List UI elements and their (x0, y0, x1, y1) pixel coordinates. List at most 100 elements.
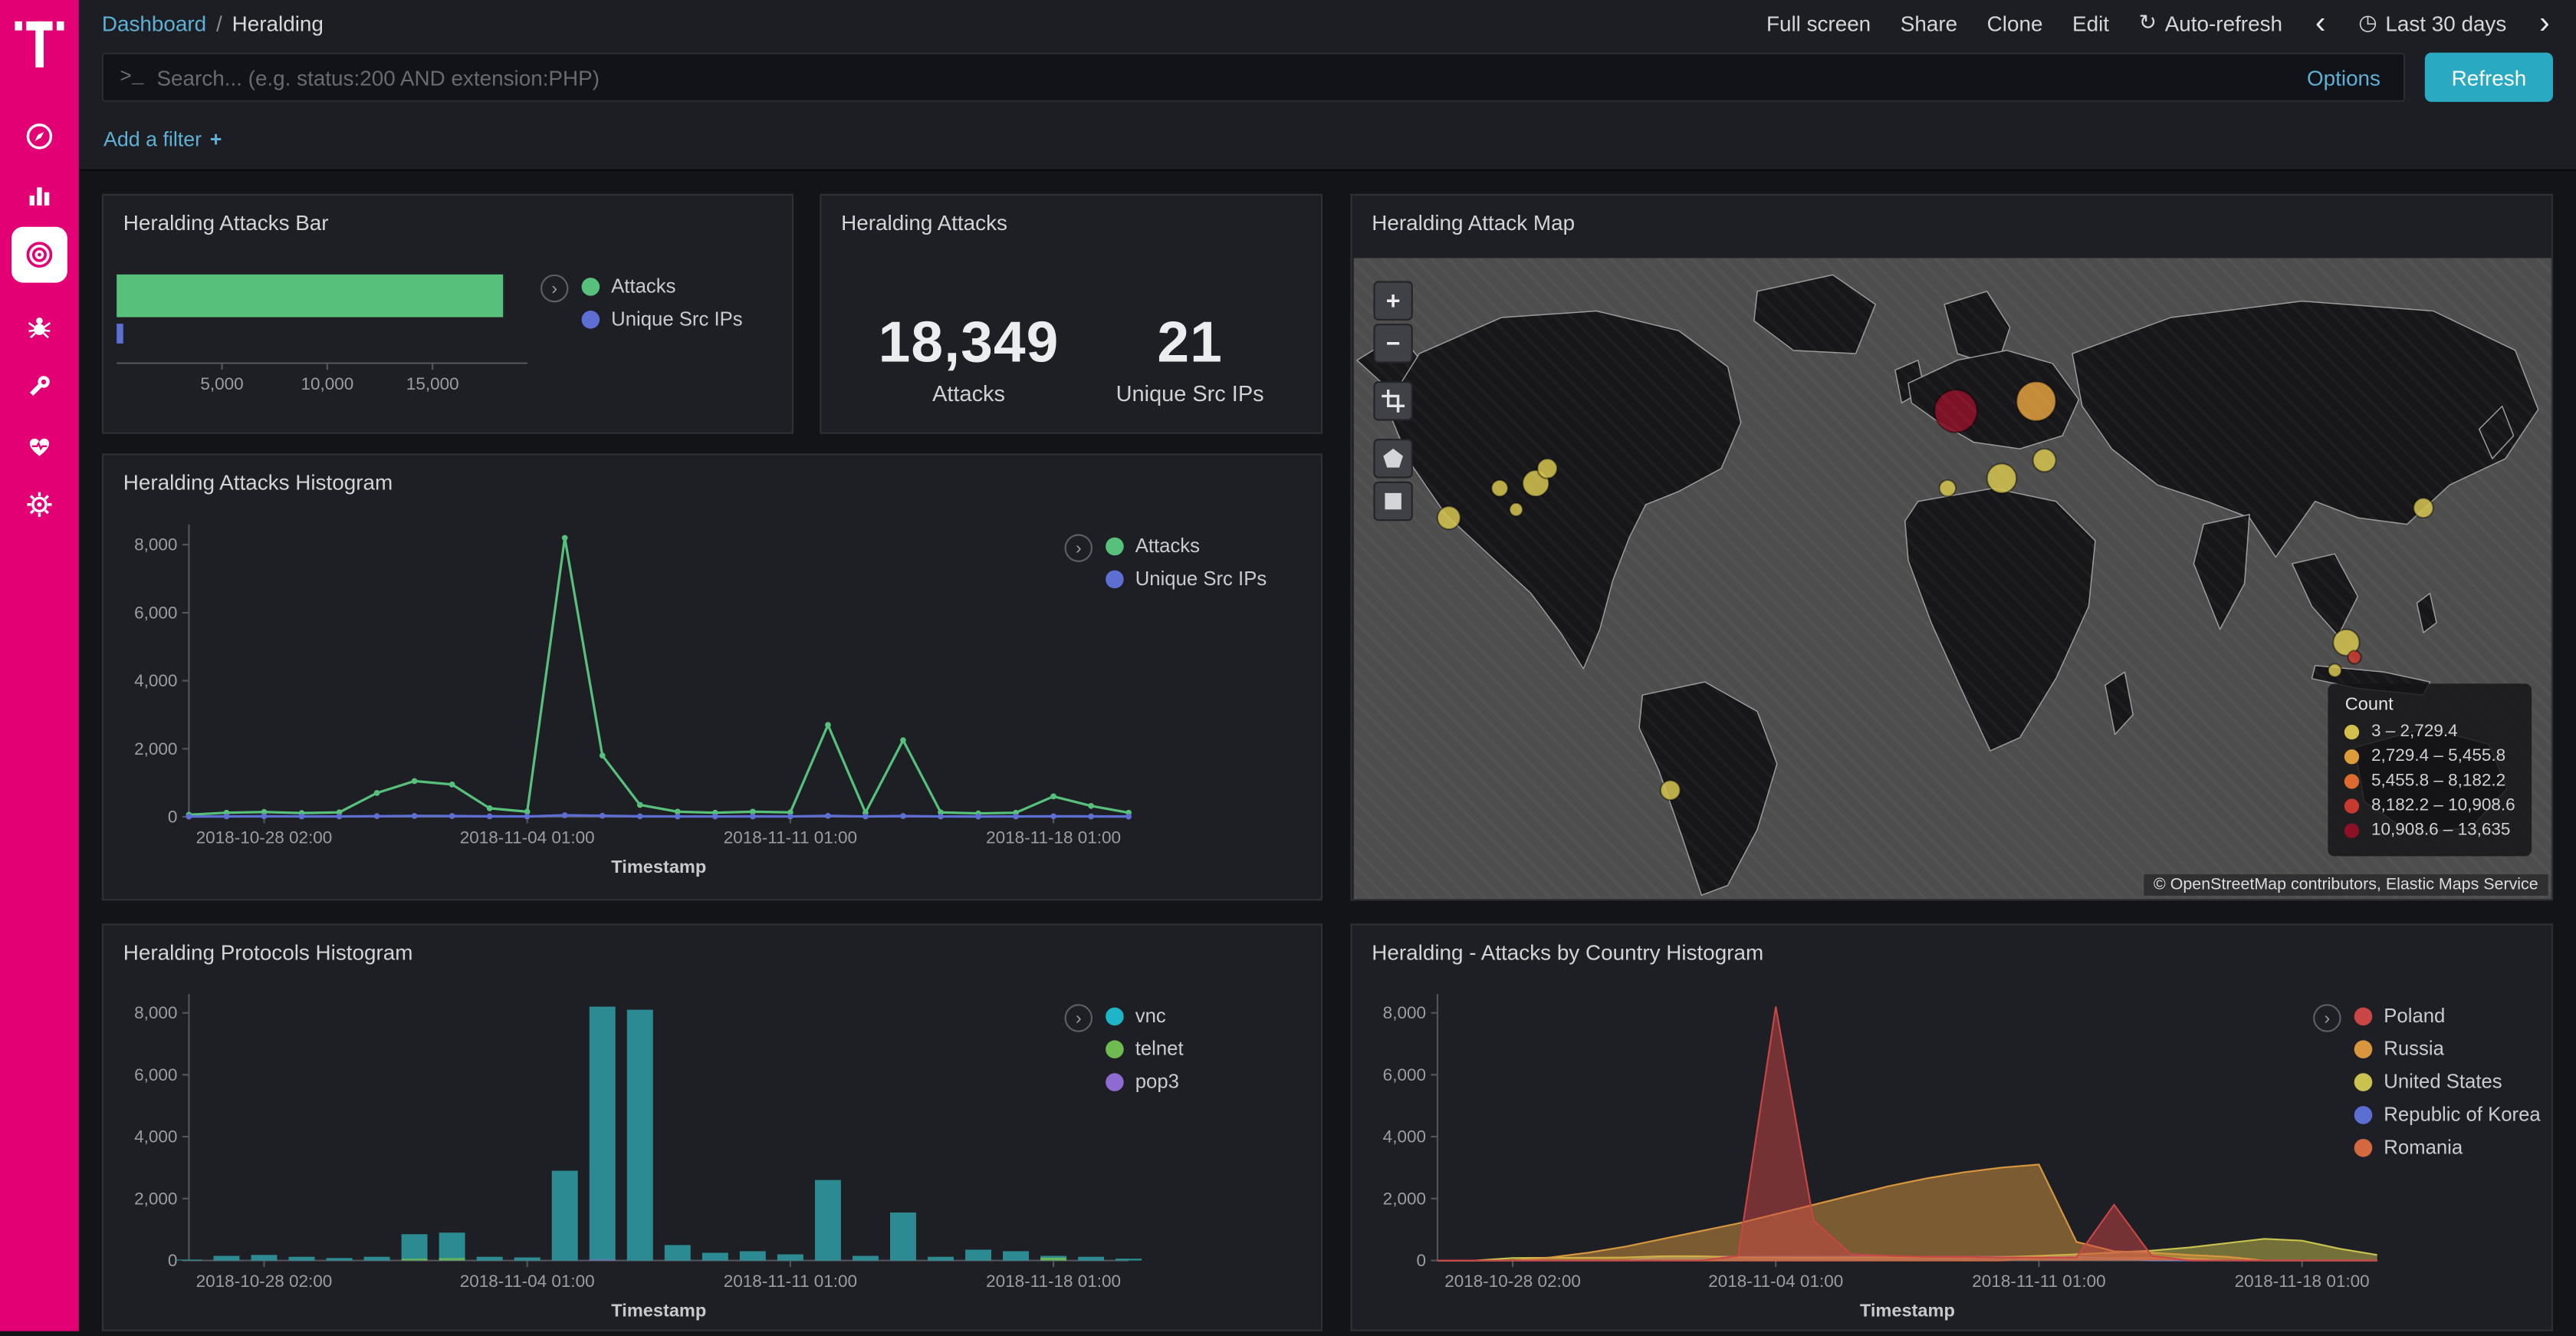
svg-text:2018-11-18 01:00: 2018-11-18 01:00 (986, 828, 1121, 847)
search-row: >_ Options Refresh (79, 46, 2576, 108)
breadcrumb-dashboard-link[interactable]: Dashboard (102, 11, 206, 35)
legend-item[interactable]: 3 – 2,729.4 (2345, 722, 2515, 742)
attacks-line-chart: 02,0004,0006,0008,0002018-10-28 02:00201… (117, 511, 1152, 889)
svg-text:4,000: 4,000 (1383, 1127, 1426, 1147)
legend-label: United States (2384, 1070, 2502, 1093)
crop-icon (1382, 390, 1405, 413)
map-draw-polygon-button[interactable] (1373, 439, 1412, 478)
auto-refresh-button[interactable]: ↻ Auto-refresh (2139, 10, 2282, 36)
metric-unique-src-ips: 21 Unique Src IPs (1116, 311, 1264, 406)
panel-heralding-attack-map: Heralding Attack Map (1350, 194, 2553, 900)
legend-label: 5,455.8 – 8,182.2 (2371, 771, 2505, 791)
legend-dot (582, 310, 600, 328)
svg-text:2018-11-04 01:00: 2018-11-04 01:00 (460, 828, 595, 847)
svg-text:0: 0 (168, 808, 178, 827)
legend-label: 3 – 2,729.4 (2371, 722, 2458, 742)
full-screen-button[interactable]: Full screen (1766, 11, 1871, 35)
plus-icon: + (210, 127, 222, 150)
legend-item[interactable]: vnc (1106, 1004, 1183, 1027)
legend-item[interactable]: Poland (2354, 1004, 2541, 1027)
legend-dot (2354, 1105, 2373, 1124)
svg-text:2,000: 2,000 (134, 1189, 177, 1208)
sidebar-item-tools[interactable] (0, 357, 79, 416)
time-back-arrow[interactable]: ‹ (2312, 8, 2329, 39)
legend-expand-icon[interactable]: › (1065, 534, 1092, 561)
legend-item[interactable]: Attacks (582, 275, 743, 298)
time-range-picker[interactable]: ◷ Last 30 days (2358, 10, 2506, 36)
legend-label: Romania (2384, 1136, 2463, 1159)
legend-expand-icon[interactable]: › (1065, 1004, 1092, 1032)
refresh-button[interactable]: Refresh (2425, 53, 2553, 102)
query-options-link[interactable]: Options (2300, 65, 2387, 90)
map-draw-rectangle-button[interactable] (1373, 482, 1412, 521)
svg-text:2018-11-11 01:00: 2018-11-11 01:00 (724, 1272, 857, 1291)
world-map[interactable]: + − Count 3 – 2,729.42,729.4 – (1354, 258, 2551, 899)
legend-dot (2354, 1072, 2373, 1091)
panel-heralding-attacks-metric: Heralding Attacks 18,349 Attacks 21 Uniq… (820, 194, 1322, 434)
svg-text:0: 0 (1416, 1251, 1426, 1270)
legend-item[interactable]: 5,455.8 – 8,182.2 (2345, 771, 2515, 791)
legend-dot (2354, 1007, 2373, 1025)
map-fit-data-button[interactable] (1373, 381, 1412, 420)
legend-dot (2354, 1138, 2373, 1157)
panel-heralding-country-histogram: Heralding - Attacks by Country Histogram… (1350, 923, 2553, 1331)
legend-item[interactable]: 8,182.2 – 10,908.6 (2345, 795, 2515, 815)
svg-text:2,000: 2,000 (1383, 1189, 1426, 1208)
legend-dot (2345, 773, 2360, 788)
bar-chart-icon (25, 181, 54, 211)
clock-icon: ◷ (2358, 10, 2377, 36)
legend-dot (2345, 724, 2360, 739)
sidebar-item-settings[interactable] (0, 475, 79, 534)
sidebar-item-attack-map[interactable] (0, 298, 79, 357)
svg-text:2018-11-18 01:00: 2018-11-18 01:00 (2235, 1272, 2370, 1291)
legend-item[interactable]: Russia (2354, 1037, 2541, 1060)
map-attribution[interactable]: © OpenStreetMap contributors, Elastic Ma… (2144, 874, 2548, 896)
search-input[interactable] (156, 65, 2287, 90)
svg-text:2018-10-28 02:00: 2018-10-28 02:00 (196, 1272, 333, 1291)
legend-item[interactable]: pop3 (1106, 1070, 1183, 1093)
svg-text:2018-11-18 01:00: 2018-11-18 01:00 (986, 1272, 1121, 1291)
legend-dot (2345, 823, 2360, 837)
polygon-icon (1382, 447, 1405, 470)
sidebar-item-visualize[interactable] (0, 166, 79, 225)
legend-label: Unique Src IPs (611, 308, 743, 331)
map-zoom-in-button[interactable]: + (1373, 281, 1412, 320)
legend-dot (582, 277, 600, 295)
legend-item[interactable]: telnet (1106, 1037, 1183, 1060)
rectangle-icon (1382, 490, 1405, 513)
share-button[interactable]: Share (1901, 11, 1957, 35)
sidebar-item-dashboards-active[interactable] (0, 225, 79, 285)
gear-icon (25, 490, 54, 520)
legend-item[interactable]: Republic of Korea (2354, 1103, 2541, 1126)
legend-expand-icon[interactable]: › (2313, 1004, 2341, 1032)
legend-dot (1106, 1039, 1124, 1058)
map-legend-title: Count (2345, 695, 2515, 715)
metric-attacks: 18,349 Attacks (879, 311, 1060, 406)
sidebar-item-health[interactable] (0, 416, 79, 475)
legend-item[interactable]: Romania (2354, 1136, 2541, 1159)
edit-button[interactable]: Edit (2072, 11, 2109, 35)
svg-text:Timestamp: Timestamp (611, 1300, 706, 1320)
legend-item[interactable]: Unique Src IPs (1106, 567, 1267, 590)
auto-refresh-label: Auto-refresh (2165, 11, 2282, 35)
add-filter-link[interactable]: Add a filter+ (104, 127, 222, 150)
legend: › vnc telnet pop3 (1065, 1004, 1184, 1103)
map-zoom-out-button[interactable]: − (1373, 324, 1412, 363)
svg-text:2018-11-11 01:00: 2018-11-11 01:00 (724, 828, 857, 847)
telekom-logo[interactable] (15, 16, 64, 74)
clone-button[interactable]: Clone (1987, 11, 2043, 35)
country-area-chart: 02,0004,0006,0008,0002018-10-28 02:00201… (1365, 981, 2400, 1336)
sidebar-item-overview[interactable] (0, 107, 79, 166)
legend-expand-icon[interactable]: › (540, 275, 568, 302)
time-forward-arrow[interactable]: › (2536, 8, 2553, 39)
telekom-t-icon (15, 16, 64, 69)
legend-item[interactable]: 10,908.6 – 13,635 (2345, 820, 2515, 840)
top-navbar: Dashboard / Heralding Full screen Share … (79, 0, 2576, 46)
svg-text:5,000: 5,000 (200, 374, 243, 393)
legend-item[interactable]: Unique Src IPs (582, 308, 743, 331)
panel-heralding-attacks-bar: Heralding Attacks Bar 5,00010,00015,000 … (102, 194, 794, 434)
legend-item[interactable]: United States (2354, 1070, 2541, 1093)
legend-item[interactable]: Attacks (1106, 534, 1267, 557)
legend-item[interactable]: 2,729.4 – 5,455.8 (2345, 746, 2515, 766)
metric-group: 18,349 Attacks 21 Unique Src IPs (821, 242, 1320, 406)
